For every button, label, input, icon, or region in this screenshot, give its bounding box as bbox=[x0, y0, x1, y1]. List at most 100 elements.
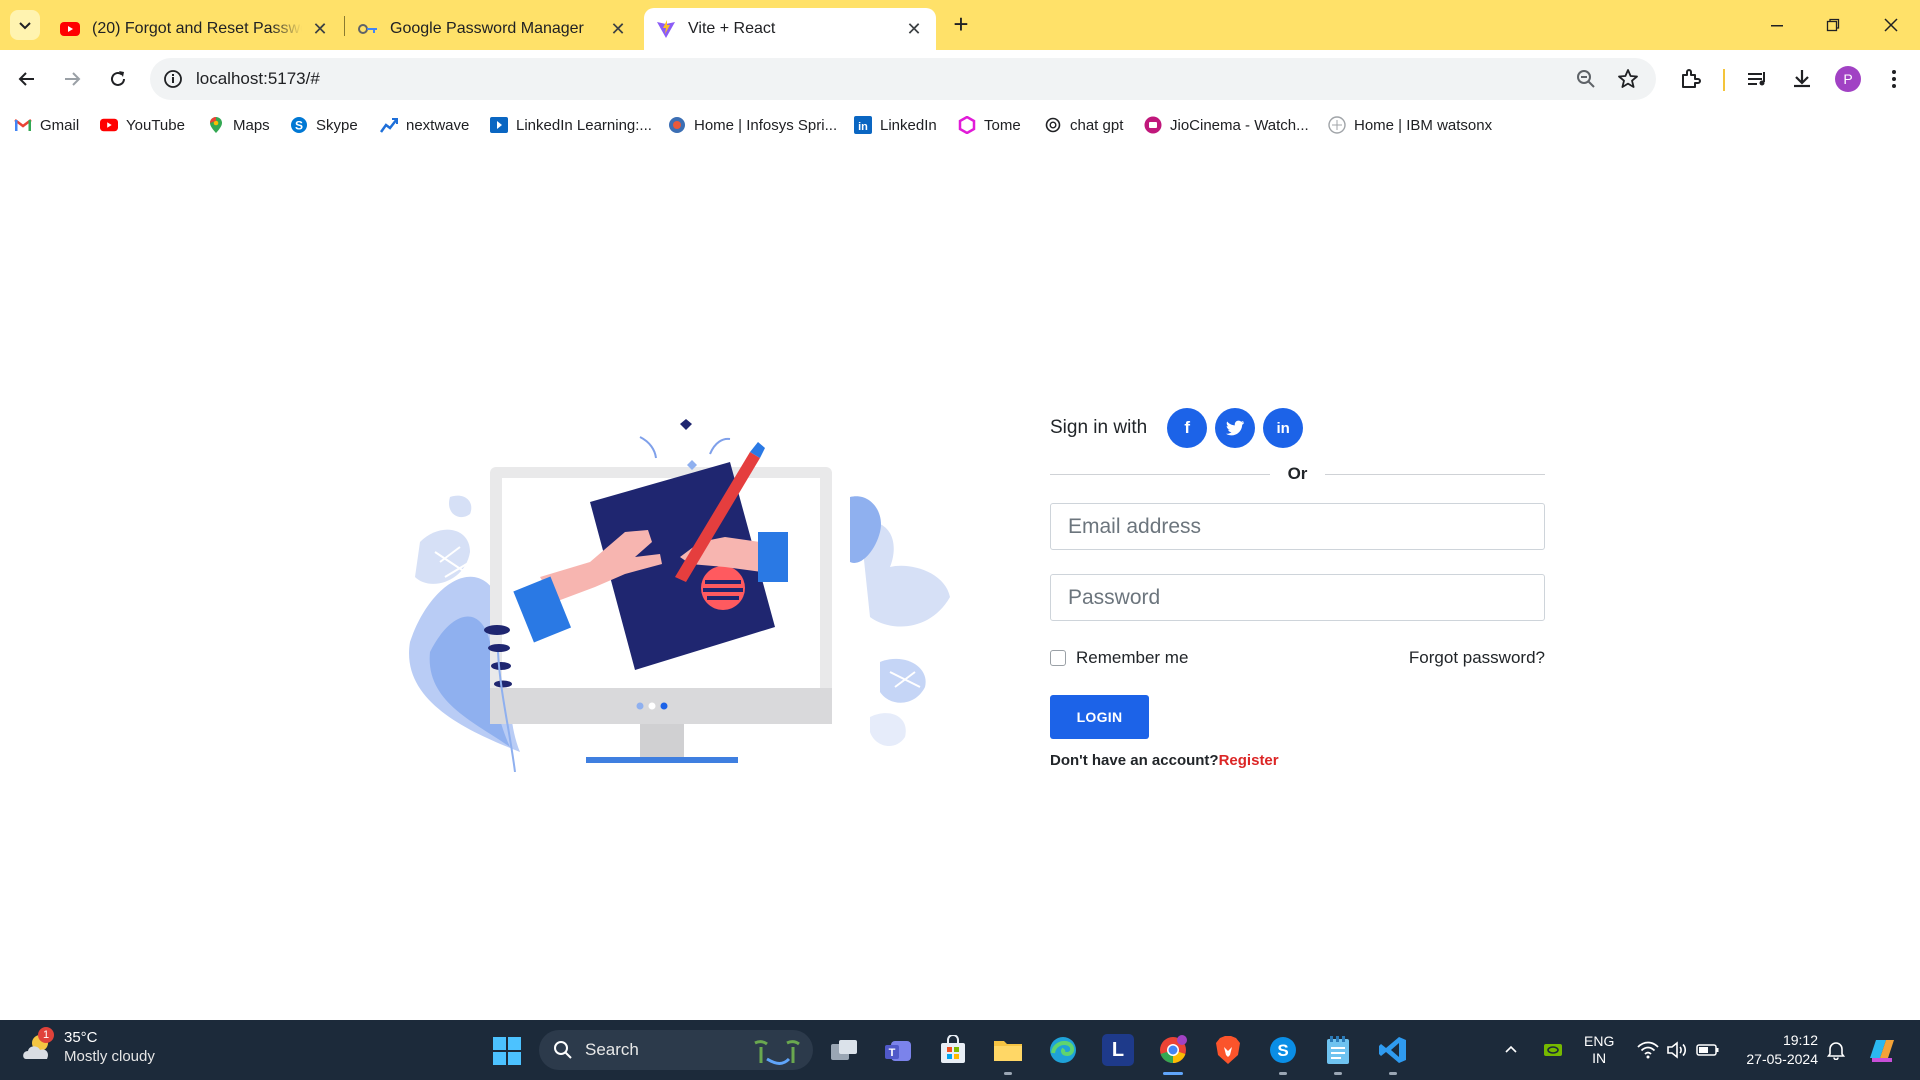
bookmark-jiocinema[interactable]: JioCinema - Watch... bbox=[1144, 114, 1309, 136]
download-icon[interactable] bbox=[1788, 65, 1816, 93]
running-indicator bbox=[1279, 1072, 1287, 1075]
or-label: Or bbox=[1287, 464, 1308, 483]
youtube-icon bbox=[100, 116, 118, 134]
volume-icon[interactable] bbox=[1666, 1020, 1688, 1080]
wifi-icon[interactable] bbox=[1637, 1020, 1659, 1080]
linkedin-learning-icon bbox=[490, 116, 508, 134]
skype-app-icon[interactable]: S bbox=[1267, 1034, 1299, 1066]
forgot-password-link[interactable]: Forgot password? bbox=[1409, 648, 1545, 668]
remember-me-label: Remember me bbox=[1076, 648, 1189, 667]
tab-password-manager[interactable]: Google Password Manager ✕ bbox=[346, 8, 640, 50]
teams-icon[interactable]: T bbox=[882, 1034, 914, 1066]
register-link[interactable]: Register bbox=[1219, 752, 1279, 769]
new-tab-button[interactable]: + bbox=[948, 11, 974, 38]
input-language[interactable]: ENG IN bbox=[1584, 1020, 1614, 1080]
vite-icon bbox=[656, 19, 676, 39]
bookmark-label: Skype bbox=[316, 116, 358, 134]
weather-widget[interactable]: 1 35°C Mostly cloudy bbox=[20, 1027, 155, 1066]
l-app-icon[interactable]: L bbox=[1102, 1034, 1134, 1066]
site-info-icon[interactable] bbox=[162, 68, 184, 90]
email-field[interactable]: Email address bbox=[1050, 503, 1545, 550]
tab-vite-react[interactable]: Vite + React ✕ bbox=[644, 8, 936, 50]
tab-close-icon[interactable]: ✕ bbox=[904, 19, 924, 39]
edge-icon[interactable] bbox=[1047, 1034, 1079, 1066]
browser-toolbar: localhost:5173/# bbox=[0, 50, 1920, 108]
bookmark-tome[interactable]: Tome bbox=[958, 114, 1021, 136]
notifications-icon[interactable] bbox=[1826, 1020, 1846, 1080]
chatgpt-icon bbox=[1044, 116, 1062, 134]
bookmark-chatgpt[interactable]: chat gpt bbox=[1044, 114, 1123, 136]
linkedin-button[interactable]: in bbox=[1263, 408, 1304, 448]
chrome-icon[interactable] bbox=[1157, 1034, 1189, 1066]
notepad-icon[interactable] bbox=[1322, 1034, 1354, 1066]
bookmark-star-icon[interactable] bbox=[1616, 67, 1640, 91]
windows-taskbar: 1 35°C Mostly cloudy Search T L S ENG IN… bbox=[0, 1020, 1920, 1080]
address-bar[interactable]: localhost:5173/# bbox=[150, 58, 1656, 100]
running-indicator bbox=[1389, 1072, 1397, 1075]
brave-icon[interactable] bbox=[1212, 1034, 1244, 1066]
svg-text:in: in bbox=[858, 121, 868, 133]
task-view-icon[interactable] bbox=[828, 1034, 860, 1066]
show-hidden-icons[interactable] bbox=[1503, 1020, 1519, 1080]
microsoft-store-icon[interactable] bbox=[937, 1034, 969, 1066]
bookmark-skype[interactable]: S Skype bbox=[290, 114, 358, 136]
tab-close-icon[interactable]: ✕ bbox=[310, 19, 330, 39]
jiocinema-icon bbox=[1144, 116, 1162, 134]
register-row: Don't have an account?Register bbox=[1050, 752, 1545, 769]
bookmark-linkedin-learning[interactable]: LinkedIn Learning:... bbox=[490, 114, 652, 136]
file-explorer-icon[interactable] bbox=[992, 1034, 1024, 1066]
clock-time: 19:12 bbox=[1782, 1032, 1818, 1048]
remember-me-checkbox[interactable] bbox=[1050, 650, 1066, 666]
tab-separator bbox=[344, 16, 345, 36]
copilot-icon[interactable] bbox=[1866, 1020, 1898, 1080]
bookmark-label: LinkedIn Learning:... bbox=[516, 116, 652, 134]
profile-avatar[interactable]: P bbox=[1835, 66, 1861, 92]
battery-icon[interactable] bbox=[1696, 1020, 1720, 1080]
language-region: IN bbox=[1592, 1050, 1607, 1066]
twitter-button[interactable] bbox=[1215, 408, 1256, 448]
browser-menu-icon[interactable] bbox=[1880, 65, 1908, 93]
active-indicator bbox=[1163, 1072, 1183, 1075]
bookmark-gmail[interactable]: Gmail bbox=[14, 114, 79, 136]
bookmark-ibm-watsonx[interactable]: Home | IBM watsonx bbox=[1328, 114, 1492, 136]
zoom-icon[interactable] bbox=[1574, 67, 1598, 91]
facebook-button[interactable]: f bbox=[1167, 408, 1208, 448]
close-window-icon[interactable] bbox=[1876, 10, 1906, 40]
system-clock[interactable]: 19:12 27-05-2024 bbox=[1718, 1031, 1818, 1069]
bookmarks-bar: Gmail YouTube Maps S Skype nextwave Link… bbox=[0, 108, 1920, 142]
forward-button[interactable] bbox=[57, 64, 87, 94]
media-controls-icon[interactable] bbox=[1743, 65, 1771, 93]
taskbar-search-box[interactable]: Search bbox=[539, 1030, 813, 1070]
password-field[interactable]: Password bbox=[1050, 574, 1545, 621]
no-account-text: Don't have an account? bbox=[1050, 752, 1219, 769]
svg-text:S: S bbox=[1277, 1041, 1288, 1060]
tab-title: Google Password Manager bbox=[390, 20, 584, 37]
bookmark-maps[interactable]: Maps bbox=[207, 114, 270, 136]
nvidia-icon[interactable] bbox=[1543, 1020, 1563, 1080]
login-button[interactable]: LOGIN bbox=[1050, 695, 1149, 739]
minimize-icon[interactable] bbox=[1762, 10, 1792, 40]
weather-alert-badge: 1 bbox=[38, 1027, 54, 1043]
tab-search-button[interactable] bbox=[10, 10, 40, 40]
email-placeholder: Email address bbox=[1068, 514, 1202, 538]
url-text: localhost:5173/# bbox=[196, 69, 320, 88]
bookmark-linkedin[interactable]: in LinkedIn bbox=[854, 114, 937, 136]
bookmark-youtube[interactable]: YouTube bbox=[100, 114, 185, 136]
vscode-icon[interactable] bbox=[1377, 1034, 1409, 1066]
bookmark-infosys[interactable]: Home | Infosys Spri... bbox=[668, 114, 837, 136]
bookmark-label: Tome bbox=[984, 116, 1021, 134]
remember-me[interactable]: Remember me bbox=[1050, 648, 1188, 668]
skype-icon: S bbox=[290, 116, 308, 134]
back-button[interactable] bbox=[12, 64, 42, 94]
password-key-icon bbox=[358, 19, 378, 39]
restore-icon[interactable] bbox=[1818, 10, 1848, 40]
bookmark-label: nextwave bbox=[406, 116, 470, 134]
tab-close-icon[interactable]: ✕ bbox=[608, 19, 628, 39]
windows-start-icon[interactable] bbox=[492, 1036, 522, 1066]
tab-youtube[interactable]: (20) Forgot and Reset Password ✕ bbox=[48, 8, 342, 50]
extensions-icon[interactable] bbox=[1677, 65, 1705, 93]
bookmark-nextwave[interactable]: nextwave bbox=[380, 114, 469, 136]
reload-button[interactable] bbox=[103, 64, 133, 94]
weather-cloud-icon: 1 bbox=[20, 1027, 56, 1065]
bookmark-label: JioCinema - Watch... bbox=[1170, 116, 1309, 134]
